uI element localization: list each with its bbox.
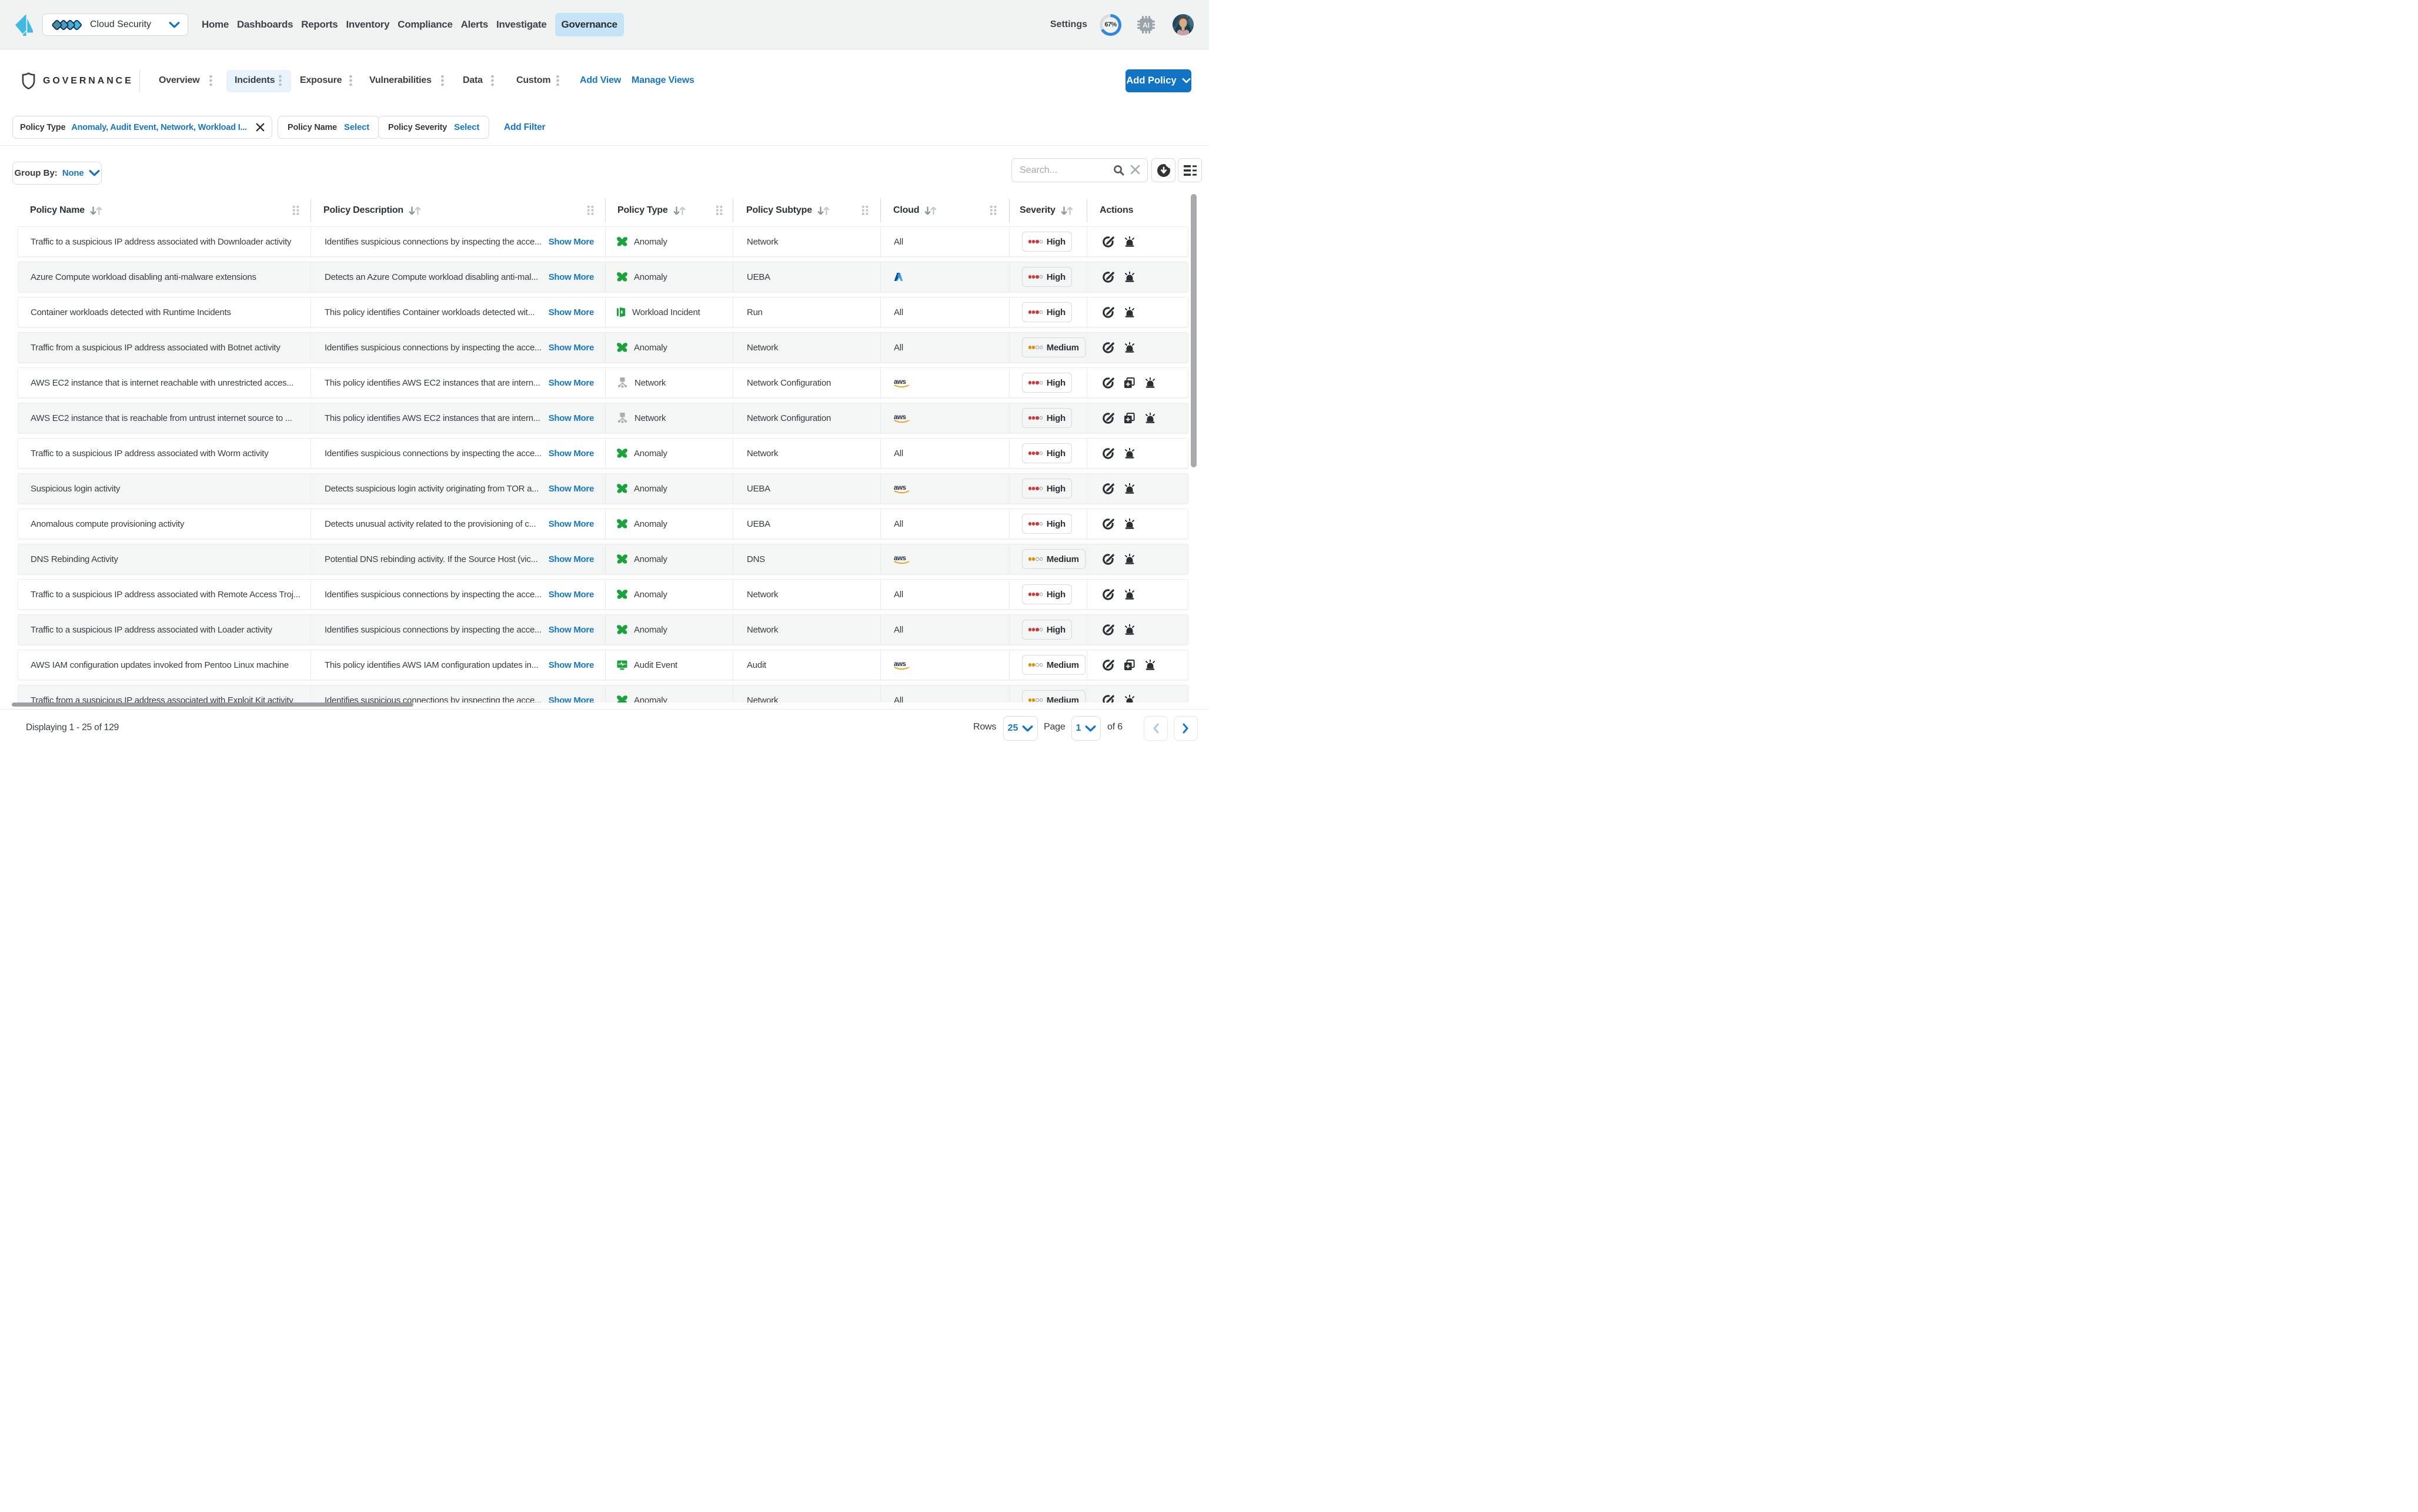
svg-text:aws: aws: [894, 379, 906, 386]
svg-text:aws: aws: [894, 484, 906, 491]
svg-text:aws: aws: [894, 555, 906, 562]
svg-text:AI: AI: [1143, 21, 1150, 29]
svg-text:aws: aws: [894, 414, 906, 421]
svg-text:aws: aws: [894, 661, 906, 668]
